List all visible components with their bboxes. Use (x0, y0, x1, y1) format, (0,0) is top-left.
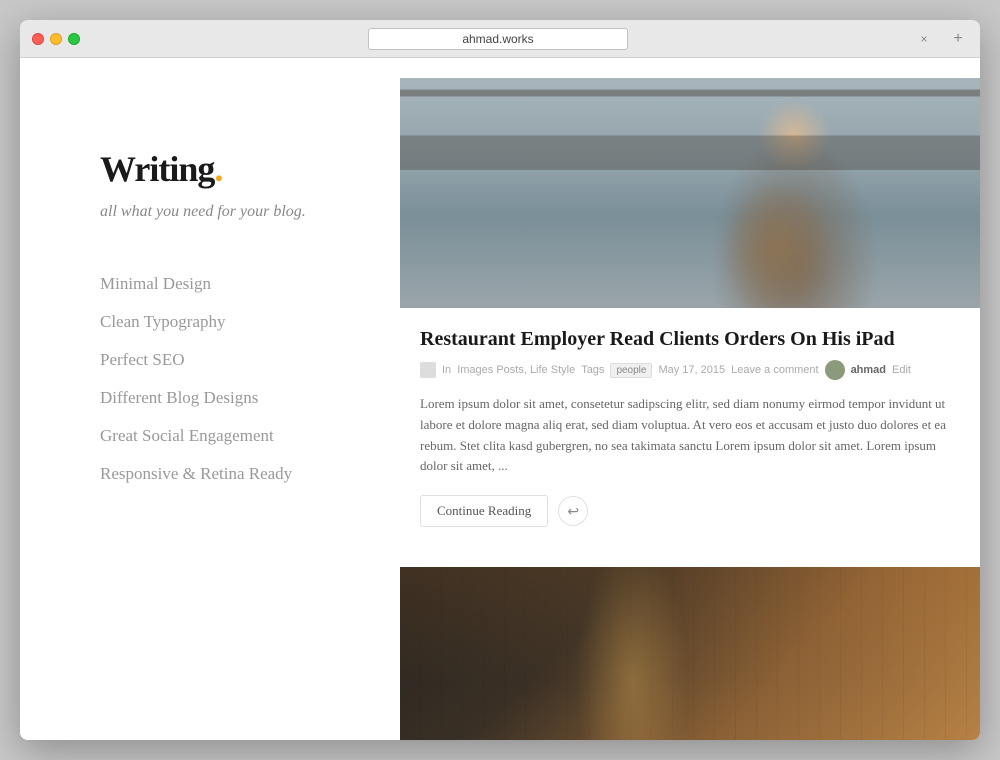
feature-item-responsive: Responsive & Retina Ready (100, 464, 320, 484)
author-avatar (825, 360, 845, 380)
feature-item-perfect-seo: Perfect SEO (100, 350, 320, 370)
post-excerpt-1: Lorem ipsum dolor sit amet, consetetur s… (420, 394, 960, 477)
traffic-lights (32, 33, 80, 45)
feature-list: Minimal Design Clean Typography Perfect … (100, 274, 320, 484)
post-featured-image-2 (400, 567, 980, 740)
site-title: Writing. (100, 148, 320, 190)
blog-post-2 (400, 567, 980, 740)
feature-item-clean-typography: Clean Typography (100, 312, 320, 332)
sidebar: Writing. all what you need for your blog… (20, 58, 400, 740)
meta-tag-people[interactable]: people (610, 363, 652, 378)
continue-reading-button[interactable]: Continue Reading (420, 495, 548, 527)
post-meta-area: Restaurant Employer Read Clients Orders … (400, 326, 980, 527)
maximize-traffic-light[interactable] (68, 33, 80, 45)
share-button[interactable]: ↩ (558, 496, 588, 526)
meta-in-label: In (442, 364, 451, 376)
edit-link[interactable]: Edit (892, 364, 911, 376)
main-content[interactable]: Restaurant Employer Read Clients Orders … (400, 58, 980, 740)
browser-content: Writing. all what you need for your blog… (20, 58, 980, 740)
new-tab-button[interactable]: + (948, 29, 968, 49)
post-featured-image-1 (400, 78, 980, 308)
post-meta-1: In Images Posts, Life Style Tags people … (420, 360, 960, 380)
browser-window: × + Writing. all what you need for your … (20, 20, 980, 740)
feature-item-minimal-design: Minimal Design (100, 274, 320, 294)
site-title-text: Writing (100, 149, 214, 189)
blog-post-1: Restaurant Employer Read Clients Orders … (400, 78, 980, 567)
minimize-traffic-light[interactable] (50, 33, 62, 45)
site-title-dot: . (214, 149, 222, 189)
feature-item-different-blog-designs: Different Blog Designs (100, 388, 320, 408)
tab-close-button[interactable]: × (916, 31, 932, 47)
page-layout: Writing. all what you need for your blog… (20, 58, 980, 740)
lamp-scene-image (400, 567, 980, 740)
post-icon (420, 362, 436, 378)
meta-categories: Images Posts, Life Style (457, 364, 575, 376)
browser-chrome: × + (20, 20, 980, 58)
post-actions-1: Continue Reading ↩ (420, 495, 960, 527)
restaurant-scene-image (400, 78, 980, 308)
url-input[interactable] (368, 28, 628, 50)
feature-item-great-social-engagement: Great Social Engagement (100, 426, 320, 446)
author-name: ahmad (851, 364, 886, 376)
address-bar (88, 28, 908, 50)
site-subtitle: all what you need for your blog. (100, 200, 320, 224)
meta-tags-label: Tags (581, 364, 604, 376)
close-traffic-light[interactable] (32, 33, 44, 45)
meta-comment-link[interactable]: Leave a comment (731, 364, 818, 376)
post-title-1: Restaurant Employer Read Clients Orders … (420, 326, 960, 352)
meta-date: May 17, 2015 (658, 364, 725, 376)
